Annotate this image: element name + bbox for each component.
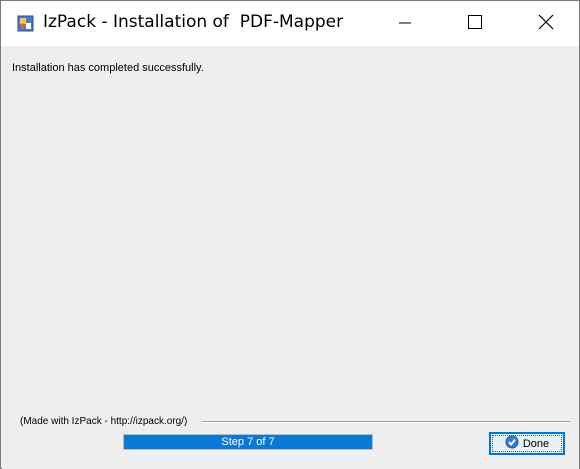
minimize-icon (399, 14, 411, 33)
window-title: IzPack - Installation of PDF-Mapper (43, 12, 344, 32)
completion-message: Installation has completed successfully. (12, 62, 204, 74)
maximize-button[interactable] (452, 1, 498, 46)
step-progress-bar: Step 7 of 7 (123, 434, 373, 450)
done-button[interactable]: Done (489, 432, 565, 455)
installer-window: IzPack - Installation of PDF-Mapper Inst… (0, 0, 580, 469)
made-with-izpack-label: (Made with IzPack - http://izpack.org/) (20, 416, 188, 427)
progress-text: Step 7 of 7 (221, 436, 275, 448)
close-icon (538, 14, 554, 34)
title-bar[interactable]: IzPack - Installation of PDF-Mapper (1, 1, 579, 46)
minimize-button[interactable] (382, 1, 428, 46)
maximize-icon (468, 14, 482, 33)
footer-separator (202, 421, 570, 423)
focus-ring (492, 435, 562, 452)
izpack-app-icon (17, 15, 34, 32)
close-button[interactable] (523, 1, 569, 46)
finish-panel: Installation has completed successfully.… (2, 46, 579, 469)
